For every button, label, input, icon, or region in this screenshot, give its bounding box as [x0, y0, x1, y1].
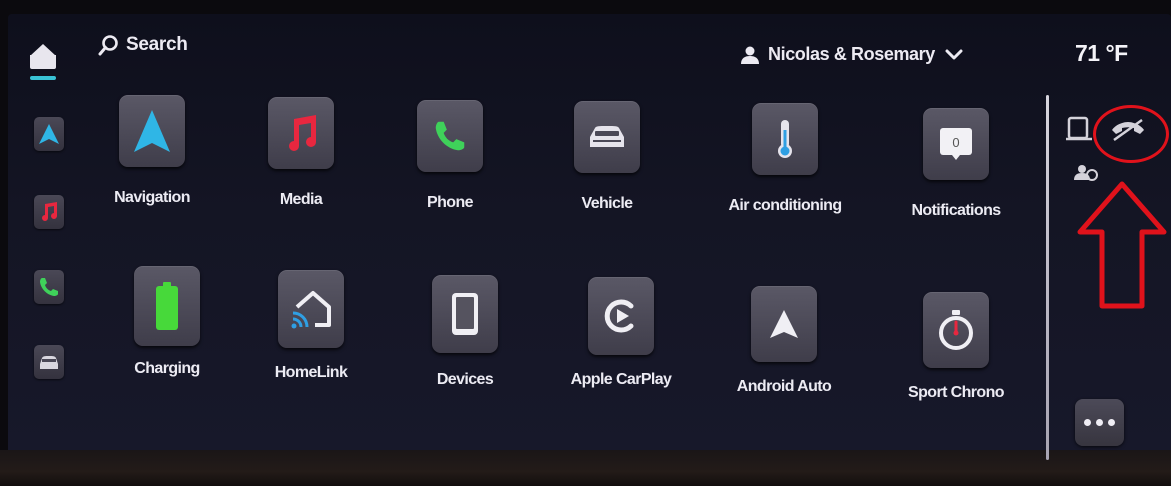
scrollbar[interactable]: [1046, 95, 1049, 460]
navigation-icon: [39, 124, 59, 144]
search-button[interactable]: Search: [98, 34, 188, 56]
air-conditioning-tile[interactable]: [752, 103, 818, 175]
notification-count: 0: [952, 135, 959, 150]
temperature-readout[interactable]: 71 °F: [1075, 40, 1128, 67]
app-label: Air conditioning: [728, 197, 842, 214]
devices-tile[interactable]: [432, 275, 498, 353]
app-label: Phone: [427, 194, 474, 211]
media-tile[interactable]: [268, 97, 334, 169]
thermometer-icon: [778, 120, 792, 158]
dot: [1096, 419, 1103, 426]
app-devices[interactable]: Devices: [390, 275, 540, 389]
app-label: Sport Chrono: [908, 384, 1005, 401]
phone-tile[interactable]: [417, 100, 483, 172]
app-phone[interactable]: Phone: [375, 100, 525, 212]
dock-media-button[interactable]: [34, 195, 64, 229]
dashboard-bezel: [0, 450, 1171, 486]
notification-bubble-icon: 0: [940, 128, 972, 160]
phone-icon: [435, 121, 465, 151]
more-options-button[interactable]: [1075, 399, 1124, 446]
app-label: Notifications: [911, 202, 1001, 219]
carplay-icon: [604, 299, 634, 333]
homelink-tile[interactable]: [278, 270, 344, 348]
annotation-circle: [1093, 105, 1169, 163]
app-sport-chrono[interactable]: Sport Chrono: [881, 292, 1031, 402]
charging-tile[interactable]: [134, 266, 200, 346]
tablet-icon: [452, 293, 478, 335]
homelink-icon: [291, 291, 331, 329]
home-icon[interactable]: [30, 44, 56, 80]
battery-icon: [156, 282, 178, 330]
annotation-up-arrow: [1077, 181, 1167, 309]
app-notifications[interactable]: 0 Notifications: [881, 108, 1031, 220]
tablet-status-icon: [1066, 116, 1092, 141]
app-label: Navigation: [114, 189, 190, 206]
music-icon: [42, 202, 57, 221]
app-charging[interactable]: Charging: [92, 266, 242, 378]
app-label: Apple CarPlay: [570, 371, 672, 388]
app-label: Android Auto: [736, 378, 832, 395]
apple-carplay-tile[interactable]: [588, 277, 654, 355]
navigation-arrow-icon: [134, 110, 170, 152]
dock-navigation-button[interactable]: [34, 117, 64, 151]
car-infotainment-photo: Search Nicolas & Rosemary 71 °F Navigati…: [0, 0, 1171, 486]
dock-vehicle-button[interactable]: [34, 345, 64, 379]
search-label: Search: [126, 34, 188, 55]
app-label: Vehicle: [581, 195, 634, 212]
car-icon: [590, 126, 624, 147]
search-icon: [98, 35, 118, 56]
app-label: Devices: [436, 371, 494, 388]
profile-name: Nicolas & Rosemary: [768, 44, 935, 64]
app-label: Charging: [134, 360, 200, 377]
dock-phone-button[interactable]: [34, 270, 64, 304]
notifications-tile[interactable]: 0: [923, 108, 989, 180]
app-vehicle[interactable]: Vehicle: [532, 101, 682, 213]
app-air-conditioning[interactable]: Air conditioning: [710, 103, 860, 215]
profile-selector[interactable]: Nicolas & Rosemary: [740, 44, 963, 65]
app-label: HomeLink: [274, 364, 348, 381]
chevron-down-icon: [945, 49, 963, 59]
app-media[interactable]: Media: [226, 97, 376, 209]
car-icon: [40, 356, 58, 369]
dot: [1108, 419, 1115, 426]
music-note-icon: [289, 115, 316, 151]
app-apple-carplay[interactable]: Apple CarPlay: [546, 277, 696, 389]
app-navigation[interactable]: Navigation: [77, 95, 227, 207]
vehicle-tile[interactable]: [574, 101, 640, 173]
app-label: Media: [279, 191, 323, 208]
dot: [1084, 419, 1091, 426]
app-homelink[interactable]: HomeLink: [236, 270, 386, 382]
android-auto-icon: [770, 310, 798, 338]
phone-icon: [40, 278, 58, 296]
stopwatch-icon: [939, 310, 973, 350]
app-android-auto[interactable]: Android Auto: [709, 286, 859, 396]
navigation-tile[interactable]: [119, 95, 185, 167]
sport-chrono-tile[interactable]: [923, 292, 989, 368]
person-icon: [741, 46, 759, 64]
android-auto-tile[interactable]: [751, 286, 817, 362]
